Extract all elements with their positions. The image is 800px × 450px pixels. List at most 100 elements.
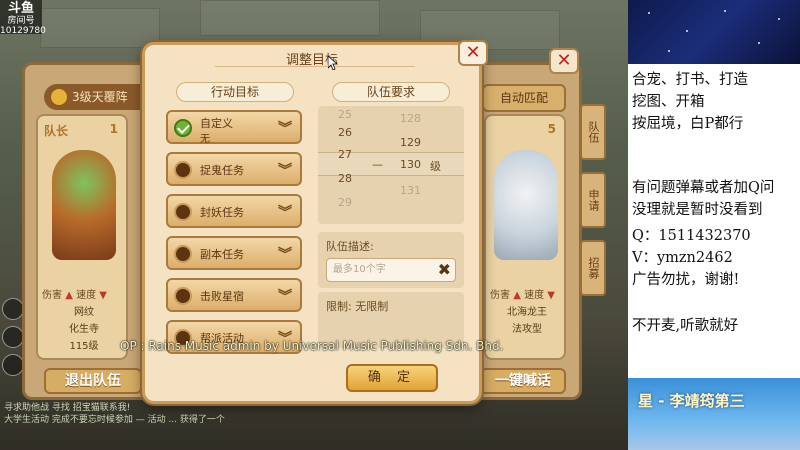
member-stats: 伤害 ▲ 速度 ▼ 网纹 化生寺 115级 — [42, 286, 126, 352]
stream-logo-text: 斗鱼 — [7, 1, 34, 16]
description-input[interactable]: 最多10个字 ✖ — [326, 258, 456, 282]
formation-icon — [50, 88, 68, 106]
level-dash: — — [372, 158, 383, 171]
dialog-close-button[interactable]: ✕ — [458, 40, 488, 66]
level-max-option[interactable]: 128 — [400, 112, 421, 125]
chat-line: 大学生活动 完成不要忘时候参加 — 活动 ... 获得了一个 — [4, 415, 225, 425]
note-line: 广告勿扰，谢谢! — [632, 272, 740, 288]
leader-label: 队长 — [44, 124, 69, 138]
stream-logo: 斗鱼 房间号 10129780 — [0, 0, 46, 36]
building-tile — [200, 0, 380, 36]
member-stats: 伤害 ▲ 速度 ▼ 北海龙王 法攻型 — [490, 286, 564, 335]
member-name: 北海龙王 — [507, 307, 547, 318]
level-min-option[interactable]: 25 — [338, 108, 352, 121]
chevron-down-icon: ︾ — [278, 247, 292, 263]
dialog-title: 调整目标 — [285, 53, 338, 68]
goal-item-dungeon[interactable]: 副本任务 ︾ — [166, 236, 302, 270]
level-min-option[interactable]: 26 — [338, 126, 352, 139]
level-max-selected[interactable]: 130 — [400, 158, 421, 171]
room-id: 10129780 — [0, 26, 46, 36]
slot-number: 5 — [547, 122, 556, 136]
note-line: Q：1511432370 — [632, 228, 751, 244]
team-close-button[interactable]: ✕ — [549, 48, 579, 74]
level-min-option[interactable]: 27 — [338, 148, 352, 161]
formation-badge[interactable]: 3级天覆阵 — [44, 84, 154, 110]
level-max-option[interactable]: 131 — [400, 184, 421, 197]
level-unit: 级 — [430, 160, 441, 173]
radio-icon — [174, 245, 192, 263]
formation-label: 3级天覆阵 — [72, 90, 128, 104]
chevron-down-icon: ︾ — [278, 289, 292, 305]
member-name: 网纹 — [74, 307, 94, 318]
goal-label: 捉鬼任务 — [200, 164, 244, 177]
note-line: 没理就是暂时没看到 — [632, 202, 763, 218]
goal-label: 封妖任务 — [200, 206, 244, 219]
team-description-box: 队伍描述: 最多10个字 ✖ — [318, 232, 464, 288]
member-card-leader[interactable]: 队长 1 伤害 ▲ 速度 ▼ 网纹 化生寺 115级 — [36, 114, 128, 360]
description-placeholder: 最多10个字 — [333, 264, 386, 275]
goal-label: 副本任务 — [200, 248, 244, 261]
stat-damage: 伤害 — [42, 290, 62, 301]
goal-label: 自定义 — [200, 117, 233, 130]
slot-number: 1 — [109, 122, 118, 136]
level-picker[interactable]: 25 26 27 28 29 128 129 — 130 级 131 — [318, 106, 464, 224]
level-min-option[interactable]: 28 — [338, 172, 352, 185]
chat-log: 寻求助他战 寻找 招宝猫联系我! 大学生活动 完成不要忘时候参加 — 活动 ..… — [4, 402, 444, 426]
note-line: 不开麦,听歌就好 — [632, 318, 739, 334]
stat-speed: 速度 — [524, 290, 545, 301]
member-school: 化生寺 — [69, 324, 99, 335]
radio-icon — [174, 287, 192, 305]
character-portrait — [494, 150, 558, 260]
tab-apply[interactable]: 申请 — [580, 172, 606, 228]
goal-item-custom[interactable]: 自定义 无 ︾ — [166, 110, 302, 145]
room-label: 房间号 — [7, 16, 35, 26]
voice-icon[interactable] — [2, 354, 24, 376]
goal-item-demon[interactable]: 封妖任务 ︾ — [166, 194, 302, 228]
limit-label: 限制: 无限制 — [326, 300, 389, 313]
building-tile — [40, 8, 160, 48]
stat-damage: 伤害 — [490, 290, 510, 301]
leave-team-button[interactable]: 退出队伍 — [44, 368, 142, 394]
chat-icon[interactable] — [2, 298, 24, 320]
chevron-down-icon: ︾ — [278, 121, 292, 137]
note-line: 按屈境，白P都行 — [632, 116, 744, 132]
auto-match-button[interactable]: 自动匹配 — [482, 84, 566, 112]
now-playing-banner: 星 - 李靖筠第三 — [628, 378, 800, 450]
goal-label: 击败星宿 — [200, 290, 244, 303]
member-level: 115级 — [69, 341, 99, 352]
close-icon: ✕ — [465, 42, 481, 63]
goal-sub-label: 无 — [200, 134, 210, 145]
chevron-down-icon: ︾ — [278, 163, 292, 179]
note-line: 合宠、打书、打造 — [632, 72, 748, 88]
radio-icon — [174, 203, 192, 221]
stream-info-overlay: 合宠、打书、打造 挖图、开箱 按屈境，白P都行 有问题弹幕或者加Q问 没理就是暂… — [628, 0, 800, 450]
description-label: 队伍描述: — [326, 240, 374, 253]
goals-header: 行动目标 — [176, 82, 294, 102]
goal-item-ghost[interactable]: 捉鬼任务 ︾ — [166, 152, 302, 186]
radio-icon — [174, 161, 192, 179]
chevron-down-icon: ︾ — [278, 205, 292, 221]
mouse-cursor-icon — [328, 56, 338, 70]
member-school: 法攻型 — [512, 324, 542, 335]
note-line: 有问题弹幕或者加Q问 — [632, 180, 775, 196]
note-line: V：ymzn2462 — [632, 250, 733, 266]
clear-icon[interactable]: ✖ — [438, 261, 451, 279]
team-requirement-header: 队伍要求 — [332, 82, 450, 102]
close-icon: ✕ — [556, 50, 572, 71]
song-title: 星 - 李靖筠第三 — [638, 392, 745, 410]
menu-icon[interactable] — [2, 326, 24, 348]
shout-button[interactable]: 一键喊话 — [480, 368, 566, 394]
stat-speed: 速度 — [76, 290, 97, 301]
level-max-option[interactable]: 129 — [400, 136, 421, 149]
character-portrait — [52, 150, 116, 260]
starry-banner — [628, 0, 800, 64]
goal-item-star[interactable]: 击败星宿 ︾ — [166, 278, 302, 312]
confirm-button[interactable]: 确 定 — [346, 364, 438, 392]
checkmark-icon — [174, 119, 192, 137]
level-min-option[interactable]: 29 — [338, 196, 352, 209]
tab-team[interactable]: 队伍 — [580, 104, 606, 160]
copyright-overlay: OP : Rains Music admin by Universal Musi… — [120, 339, 504, 353]
note-line: 挖图、开箱 — [632, 94, 705, 110]
member-card-5[interactable]: 5 伤害 ▲ 速度 ▼ 北海龙王 法攻型 — [484, 114, 566, 360]
tab-recruit[interactable]: 招募 — [580, 240, 606, 296]
